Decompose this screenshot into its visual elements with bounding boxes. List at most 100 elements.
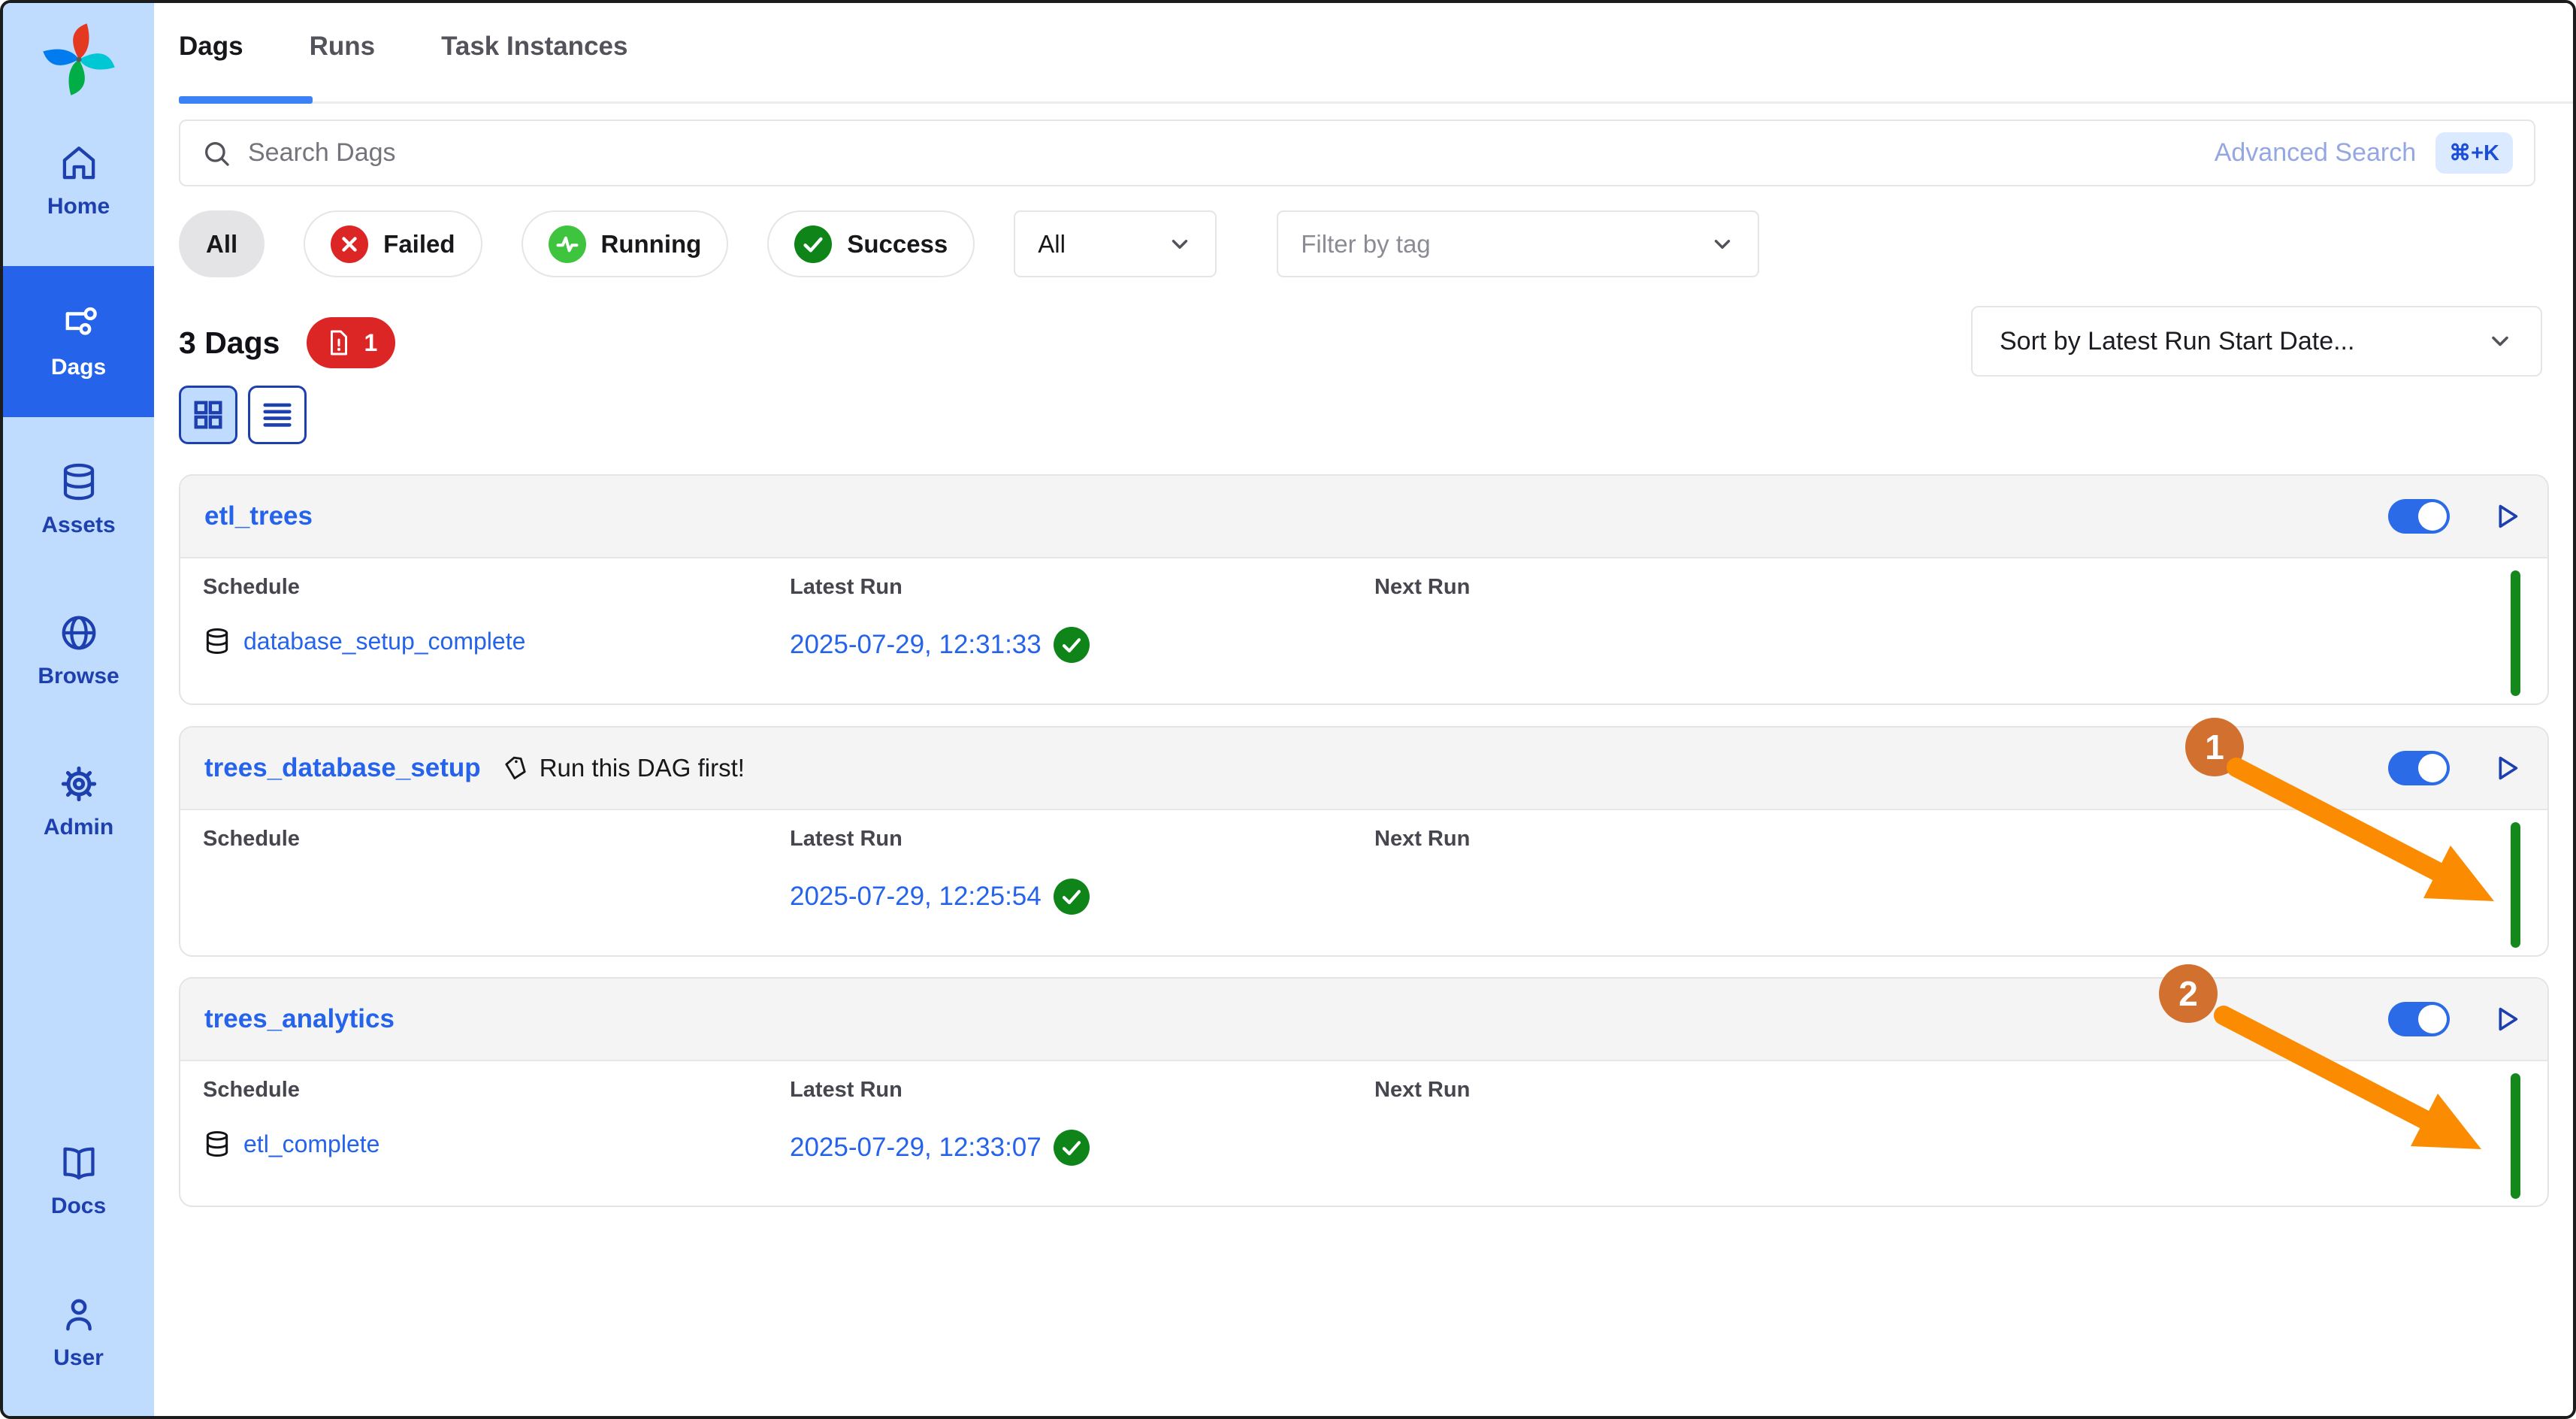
dag-card-body: Schedule Latest Run 2025-07-29, 12:25:54… — [180, 810, 2547, 955]
next-run-column-label: Next Run — [1374, 827, 1470, 852]
tab-task-instances[interactable]: Task Instances — [441, 32, 627, 62]
airflow-window: Home Dags Assets — [0, 0, 2576, 1419]
dag-name-link[interactable]: trees_analytics — [204, 1004, 395, 1034]
filter-chip-label: Running — [601, 230, 702, 259]
schedule-column-label: Schedule — [203, 827, 300, 852]
import-errors-badge[interactable]: 1 — [307, 317, 395, 368]
filter-chip-label: Success — [847, 230, 948, 259]
sidebar-item-label: Docs — [51, 1194, 106, 1219]
sidebar-item-assets[interactable]: Assets — [3, 448, 154, 552]
sidebar-item-dags[interactable]: Dags — [3, 266, 154, 417]
import-error-count: 1 — [364, 329, 377, 357]
success-circle-icon — [794, 225, 832, 263]
database-icon — [59, 461, 99, 502]
dag-tag-label: Run this DAG first! — [540, 754, 745, 782]
latest-run-link[interactable]: 2025-07-29, 12:31:33 — [790, 630, 1042, 660]
sidebar-item-browse[interactable]: Browse — [3, 599, 154, 703]
select-placeholder: Filter by tag — [1301, 230, 1430, 259]
sidebar-item-label: User — [53, 1345, 104, 1371]
paused-filter-select[interactable]: All — [1014, 210, 1217, 277]
running-circle-icon — [549, 225, 586, 263]
view-toggle-group — [179, 386, 307, 444]
sidebar-item-label: Dags — [51, 355, 106, 380]
schedule-column-label: Schedule — [203, 575, 525, 600]
tag-icon — [502, 755, 529, 782]
dag-name-link[interactable]: etl_trees — [204, 501, 313, 531]
sidebar-item-docs[interactable]: Docs — [3, 1129, 154, 1233]
book-icon — [59, 1142, 99, 1183]
dag-count: 3 Dags — [179, 325, 280, 361]
list-view-icon — [260, 398, 295, 432]
dag-name-link[interactable]: trees_database_setup — [204, 753, 481, 783]
sidebar: Home Dags Assets — [3, 3, 154, 1416]
trigger-dag-button[interactable] — [2489, 499, 2523, 534]
advanced-search-link[interactable]: Advanced Search — [2215, 138, 2416, 168]
state-filter-row: All Failed Running — [179, 210, 1759, 277]
globe-icon — [59, 613, 99, 653]
latest-run-link[interactable]: 2025-07-29, 12:33:07 — [790, 1133, 1042, 1163]
next-run-column-label: Next Run — [1374, 1078, 1470, 1103]
main-content: Dags Runs Task Instances Advanced Search… — [154, 3, 2573, 1416]
dag-card-etl_trees: etl_trees Schedule — [179, 474, 2549, 705]
sidebar-item-label: Browse — [38, 664, 119, 689]
search-icon — [201, 138, 231, 168]
airflow-logo — [39, 20, 119, 99]
latest-run-column-label: Latest Run — [790, 575, 1090, 600]
dag-card-body: Schedule database_setup_complete Latest … — [180, 558, 2547, 703]
user-icon — [59, 1294, 99, 1335]
keyboard-shortcut-badge: ⌘+K — [2435, 132, 2513, 174]
sidebar-item-label: Assets — [41, 513, 115, 538]
search-input[interactable] — [248, 138, 2215, 168]
filter-chip-running[interactable]: Running — [522, 210, 729, 277]
dag-search-bar: Advanced Search ⌘+K — [179, 120, 2535, 186]
filter-chip-all[interactable]: All — [179, 210, 265, 277]
success-check-icon — [1054, 627, 1090, 663]
dag-enabled-toggle[interactable] — [2388, 499, 2450, 534]
dag-card-header: etl_trees — [180, 476, 2547, 558]
latest-run-link[interactable]: 2025-07-29, 12:25:54 — [790, 882, 1042, 912]
filter-chip-label: Failed — [383, 230, 455, 259]
success-check-icon — [1054, 879, 1090, 915]
failed-circle-icon — [331, 225, 368, 263]
home-icon — [59, 143, 99, 183]
sidebar-item-label: Home — [47, 194, 110, 219]
chevron-down-icon — [1710, 231, 1735, 257]
dag-card-body: Schedule etl_complete Latest Run 2025-07… — [180, 1061, 2547, 1206]
schedule-asset-link[interactable]: database_setup_complete — [243, 628, 525, 655]
sort-select[interactable]: Sort by Latest Run Start Date... — [1971, 306, 2542, 377]
schedule-asset-link[interactable]: etl_complete — [243, 1130, 379, 1158]
tab-bar: Dags Runs Task Instances — [179, 32, 627, 62]
asset-database-icon — [203, 1130, 231, 1158]
tab-dags[interactable]: Dags — [179, 32, 243, 62]
tab-runs[interactable]: Runs — [310, 32, 376, 62]
active-tab-indicator — [179, 96, 313, 104]
doc-warning-icon — [325, 328, 353, 357]
filter-chip-label: All — [206, 230, 237, 259]
next-run-column-label: Next Run — [1374, 575, 1470, 600]
recent-run-status-bar[interactable] — [2511, 570, 2520, 696]
filter-chip-success[interactable]: Success — [767, 210, 975, 277]
chevron-down-icon — [1167, 231, 1193, 257]
recent-run-status-bar[interactable] — [2511, 1073, 2520, 1199]
select-value: All — [1038, 230, 1066, 259]
sidebar-item-home[interactable]: Home — [3, 129, 154, 233]
latest-run-column-label: Latest Run — [790, 827, 1090, 852]
grid-view-icon — [191, 398, 225, 432]
schedule-column-label: Schedule — [203, 1078, 379, 1103]
dag-icon — [59, 304, 99, 344]
table-view-button[interactable] — [248, 386, 307, 444]
gear-icon — [59, 764, 99, 804]
asset-database-icon — [203, 627, 231, 655]
filter-chip-failed[interactable]: Failed — [304, 210, 482, 277]
card-view-button[interactable] — [179, 386, 237, 444]
dag-tag: Run this DAG first! — [502, 754, 745, 782]
tag-filter-select[interactable]: Filter by tag — [1277, 210, 1759, 277]
tab-bar-divider — [179, 101, 2573, 104]
sidebar-item-admin[interactable]: Admin — [3, 750, 154, 854]
success-check-icon — [1054, 1130, 1090, 1166]
chevron-down-icon — [2487, 328, 2514, 355]
sidebar-item-label: Admin — [44, 815, 113, 840]
sidebar-item-user[interactable]: User — [3, 1281, 154, 1384]
dag-summary-row: 3 Dags 1 — [179, 317, 395, 368]
annotation-arrow-2 — [2207, 999, 2508, 1179]
